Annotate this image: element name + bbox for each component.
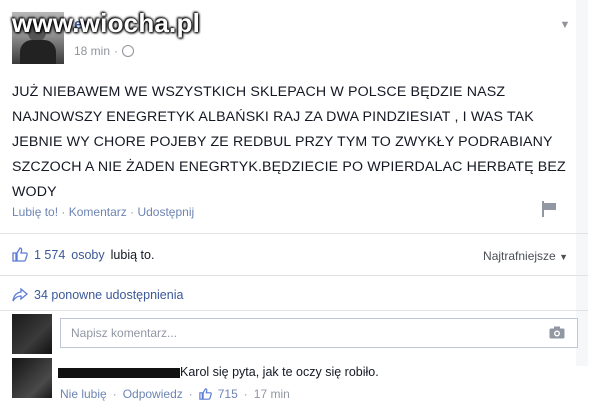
likes-summary: 1 574 osoby lubią to. [12,247,154,262]
post-meta: 18 min · [74,44,135,58]
share-icon [12,288,28,302]
viewer-avatar [12,314,52,354]
post-time[interactable]: 18 min [74,44,110,58]
corner-blank [468,366,588,416]
action-separator: · [112,387,117,401]
likes-people[interactable]: osoby [71,248,104,262]
comment-text: Karol się pyta, jak te oczy się robiło. [180,365,379,379]
share-button[interactable]: Udostępnij [137,205,194,219]
post-actions: Lubię to! · Komentarz · Udostępnij [12,205,194,219]
like-button[interactable]: Lubię to! [12,205,58,219]
comment-time[interactable]: 17 min [254,387,290,401]
comment-actions: Nie lubię · Odpowiedz · 715 · 17 min [60,387,290,401]
comment-button[interactable]: Komentarz [69,205,127,219]
sort-label: Najtrafniejsze [483,249,556,263]
unlike-button[interactable]: Nie lubię [60,387,107,401]
likes-count[interactable]: 1 574 [34,248,65,262]
reply-button[interactable]: Odpowiedz [123,387,183,401]
flag-icon[interactable] [542,201,556,217]
divider [0,233,588,234]
watermark: www.wiocha.pl [12,8,200,38]
page-edge [576,0,588,416]
comment-placeholder: Napisz komentarz... [71,326,178,340]
action-separator: · [61,205,66,219]
chevron-down-icon[interactable]: ▼ [558,18,572,32]
comment-input[interactable]: Napisz komentarz... [60,318,578,348]
divider [0,275,588,276]
action-separator: · [243,387,248,401]
action-separator: · [130,205,135,219]
divider [0,310,588,311]
shares-label[interactable]: 34 ponowne udostępnienia [34,288,183,302]
post-text: JUŻ NIEBAWEM WE WSZYSTKICH SKLEPACH W PO… [12,84,566,200]
action-separator: · [188,387,193,401]
globe-icon[interactable] [122,45,135,57]
camera-icon[interactable] [549,326,565,339]
thumbs-up-icon [199,388,212,400]
commenter-avatar[interactable] [12,358,52,398]
thumbs-up-icon [12,247,28,262]
sort-dropdown[interactable]: Najtrafniejsze ▼ [483,249,568,263]
meta-separator: · [114,44,119,58]
comment-like-count[interactable]: 715 [218,387,238,401]
post-card: er 18 min · ▼ www.wiocha.pl JUŻ NIEBAWEM… [0,0,588,416]
redacted-name [58,368,180,378]
chevron-down-icon: ▼ [559,252,568,262]
shares-summary[interactable]: 34 ponowne udostępnienia [12,288,183,302]
likes-label: lubią to. [110,247,155,262]
